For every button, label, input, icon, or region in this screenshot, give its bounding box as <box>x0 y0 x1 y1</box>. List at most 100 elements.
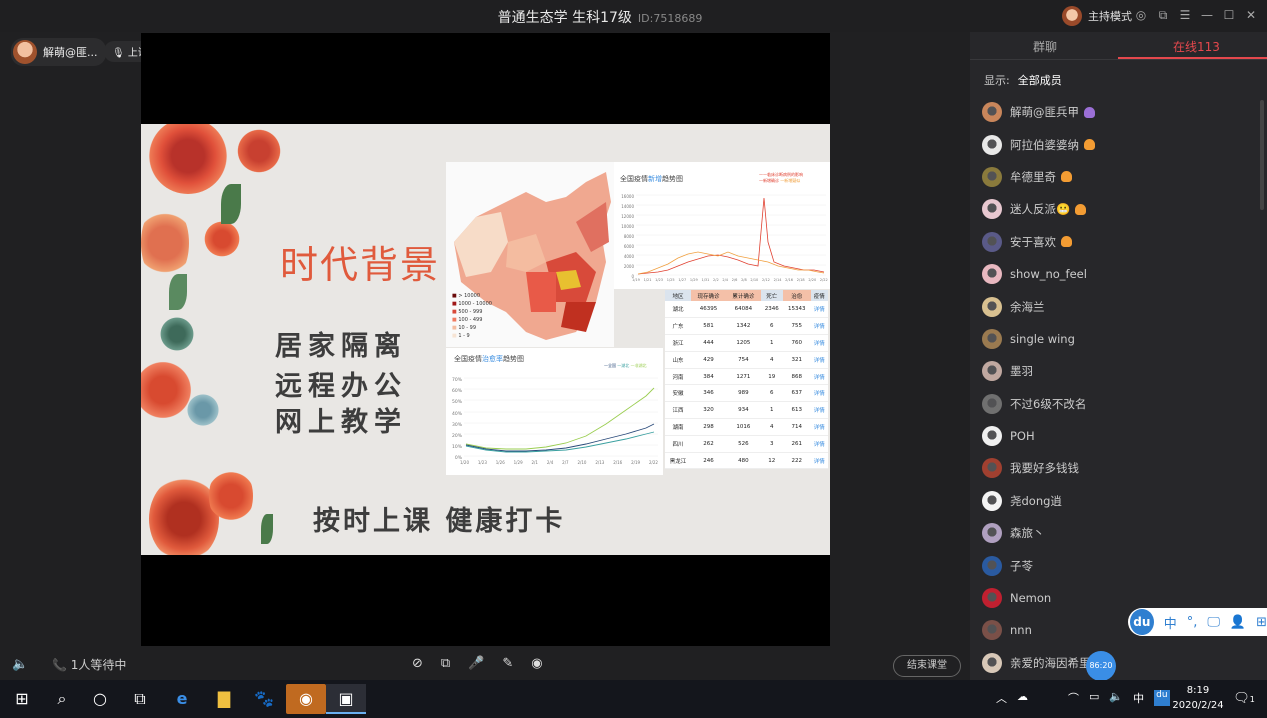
input-language[interactable]: 中 <box>1133 690 1144 706</box>
leaf-decoration <box>261 514 273 544</box>
new-cases-plot <box>636 194 826 276</box>
member-name: 尧dong逍 <box>1010 493 1062 508</box>
member-name: 阿拉伯婆婆纳 <box>1010 137 1079 152</box>
member-list-scrollbar[interactable] <box>1260 100 1264 210</box>
x-ticks: 1/19 1/21 1/23 1/25 1/27 1/29 1/31 2/2 2/4 2/6 2/8… <box>632 278 828 282</box>
baidu-ime-logo[interactable]: du <box>1130 609 1154 635</box>
legend-item: ■ 1 - 9 <box>452 333 470 339</box>
table-row: 江西 320 934 1 613 详情 <box>665 401 828 420</box>
ime-toolbar: du 中 °, 🖵 👤 ⊞ <box>1128 608 1267 636</box>
filter-value: 全部成员 <box>1017 74 1062 87</box>
member-avatar <box>982 652 1002 673</box>
member-name: 子苓 <box>1010 558 1033 573</box>
member-item[interactable]: 子苓 <box>982 549 1252 581</box>
cortana-icon[interactable]: ○ <box>80 684 120 714</box>
clock-date: 2020/2/24 <box>1172 700 1224 711</box>
member-item[interactable]: 不过6级不改名 <box>982 388 1252 420</box>
member-item[interactable]: 迷人反派😬 <box>982 193 1252 225</box>
settings-icon[interactable]: ◎ <box>1134 8 1148 23</box>
whiteboard-icon[interactable]: ✎ <box>502 656 513 671</box>
waiting-queue[interactable]: 📞 1人等待中 <box>52 656 126 673</box>
member-item[interactable]: 阿拉伯婆婆纳 <box>982 128 1252 160</box>
member-item[interactable]: 牟德里奇 <box>982 161 1252 193</box>
keyboard-icon[interactable]: 🖵 <box>1207 615 1220 630</box>
map-panel: ■ > 10000 ■ 1000 - 10000 ■ 500 - 999 ■ 1… <box>446 162 614 347</box>
table-row: 黑龙江 246 480 12 222 详情 <box>665 452 828 470</box>
table-row: 安徽 346 989 6 637 详情 <box>665 384 828 403</box>
member-item[interactable]: 尧dong逍 <box>982 485 1252 517</box>
battery-icon[interactable]: ▭ <box>1089 690 1099 706</box>
member-item[interactable]: POH <box>982 420 1252 452</box>
member-name: 我要好多钱钱 <box>1010 461 1079 476</box>
volume-icon[interactable]: 🔈 <box>1109 690 1123 706</box>
host-mode[interactable]: 主持模式 <box>1062 6 1132 26</box>
member-item[interactable]: single wing <box>982 323 1252 355</box>
wifi-icon[interactable]: ⌒ <box>1068 690 1079 706</box>
ime-mode[interactable]: 中 <box>1164 613 1177 632</box>
screen-share-icon[interactable]: ⧉ <box>441 656 450 671</box>
punctuation-icon[interactable]: °, <box>1187 615 1198 630</box>
member-name: 亲爱的海因希里 <box>1010 655 1091 670</box>
member-badge-icon <box>1061 236 1072 248</box>
file-explorer-icon[interactable]: ▇ <box>204 684 244 714</box>
speaker-icon[interactable]: 🔈 <box>12 657 28 672</box>
tab-group-chat[interactable]: 群聊 <box>1033 38 1057 55</box>
member-item[interactable]: 余海兰 <box>982 290 1252 322</box>
close-icon[interactable]: ✕ <box>1244 8 1258 23</box>
member-item[interactable]: 森旅丶 <box>982 517 1252 549</box>
member-avatar <box>982 361 1002 382</box>
member-item[interactable]: 我要好多钱钱 <box>982 452 1252 484</box>
camera-off-icon[interactable]: ⊘ <box>412 656 423 671</box>
table-row: 浙江 444 1205 1 760 详情 <box>665 334 828 352</box>
maximize-icon[interactable]: ☐ <box>1222 8 1236 23</box>
member-item[interactable]: 安于喜欢 <box>982 226 1252 258</box>
flower-decoration <box>159 314 195 354</box>
tab-online[interactable]: 在线113 <box>1173 38 1220 55</box>
edge-icon[interactable]: e <box>162 684 202 714</box>
member-avatar <box>982 264 1002 285</box>
tray-expand-icon[interactable]: ︿ <box>996 690 1007 706</box>
member-item[interactable]: 墨羽 <box>982 355 1252 387</box>
host-avatar <box>1062 6 1082 26</box>
room-id: ID:7518689 <box>637 12 703 25</box>
classroom-app-icon[interactable]: ▣ <box>326 684 366 714</box>
member-avatar <box>982 102 1002 123</box>
member-item[interactable]: show_no_feel <box>982 258 1252 290</box>
minimize-icon[interactable]: — <box>1200 8 1214 23</box>
end-class-button[interactable]: 结束课堂 <box>893 655 961 677</box>
timer-bubble[interactable]: 86:20 <box>1086 651 1116 681</box>
menu-icon[interactable]: ☰ <box>1178 8 1192 23</box>
app-icon-active[interactable]: ◉ <box>286 684 326 714</box>
member-item[interactable]: 亲爱的海因希里 <box>982 647 1252 679</box>
teacher-tag[interactable]: 解萌@匪... <box>11 38 106 66</box>
popout-icon[interactable]: ⧉ <box>1156 8 1170 23</box>
member-name: 森旅丶 <box>1010 526 1045 541</box>
user-icon[interactable]: 👤 <box>1230 615 1246 630</box>
record-icon[interactable]: ◉ <box>531 656 542 671</box>
member-badge-icon <box>1084 106 1095 118</box>
member-name: Nemon <box>1010 591 1052 606</box>
member-name: 解萌@匪兵甲 <box>1010 105 1079 120</box>
member-name: 安于喜欢 <box>1010 234 1056 249</box>
filter-label: 显示: <box>984 74 1010 87</box>
member-badge-icon <box>1075 203 1087 215</box>
cure-rate-plot <box>464 377 658 457</box>
grid-icon[interactable]: ⊞ <box>1256 615 1267 630</box>
member-name: 牟德里奇 <box>1010 169 1056 184</box>
flower-decoration <box>149 124 227 194</box>
search-icon[interactable]: ⌕ <box>42 684 82 714</box>
legend-item: ■ > 10000 <box>452 293 481 299</box>
member-name: POH <box>1010 429 1035 444</box>
member-filter[interactable]: 显示: 全部成员 <box>984 72 1062 88</box>
member-avatar <box>982 523 1002 544</box>
taskbar: ⊞ ⌕ ○ ⧉ e ▇ 🐾 ◉ ▣ ︿ ☁ ⌒ ▭ 🔈 中 du 8:19 202… <box>0 680 1267 718</box>
task-view-icon[interactable]: ⧉ <box>120 684 160 714</box>
clock[interactable]: 8:19 2020/2/24 <box>1168 683 1228 713</box>
member-item[interactable]: 解萌@匪兵甲 <box>982 96 1252 128</box>
table-row: 湖北 46395 64084 2346 15343 详情 <box>665 301 828 319</box>
notification-icon[interactable]: 🗨1 <box>1224 684 1264 714</box>
baidu-icon[interactable]: 🐾 <box>244 684 284 714</box>
microphone-icon[interactable]: 🎤 <box>468 656 484 671</box>
windows-start-icon[interactable]: ⊞ <box>2 684 42 714</box>
cloud-icon[interactable]: ☁ <box>1017 690 1028 706</box>
